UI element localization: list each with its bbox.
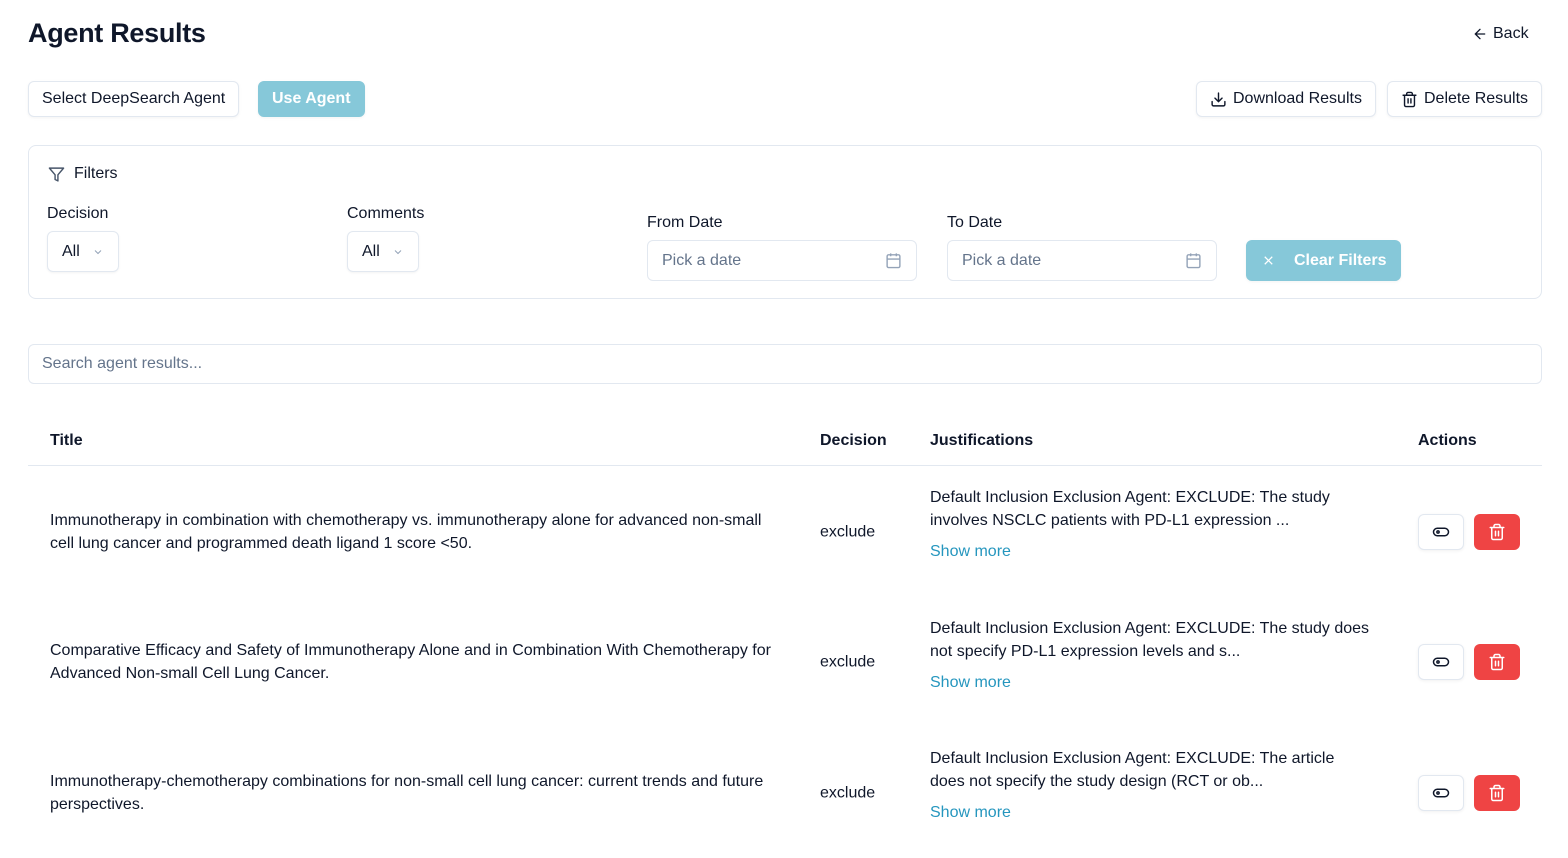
select-agent-button[interactable]: Select DeepSearch Agent: [28, 81, 240, 117]
back-label: Back: [1493, 25, 1529, 42]
clear-filters-button[interactable]: Clear Filters: [1246, 240, 1402, 281]
row-title: Immunotherapy-chemotherapy combinations …: [50, 772, 764, 813]
table-row: Immunotherapy-chemotherapy combinations …: [28, 727, 1542, 858]
trash-icon: [1489, 784, 1505, 801]
chevron-down-icon: [94, 249, 102, 254]
comments-value: All: [362, 242, 380, 260]
table-row: Immunotherapy in combination with chemot…: [28, 466, 1542, 597]
filters-title: Filters: [74, 165, 118, 182]
table-row: Comparative Efficacy and Safety of Immun…: [28, 597, 1542, 728]
filters-card: Filters Decision All Comments All From D…: [28, 145, 1542, 299]
row-decision: exclude: [820, 784, 876, 801]
from-date-label: From Date: [647, 214, 723, 231]
justification-text: Default Inclusion Exclusion Agent: EXCLU…: [930, 489, 1330, 529]
toggle-icon: [1432, 657, 1450, 667]
comments-select[interactable]: All: [347, 231, 419, 272]
decision-value: All: [62, 242, 80, 260]
justification-text: Default Inclusion Exclusion Agent: EXCLU…: [930, 619, 1370, 660]
show-more-link[interactable]: Show more: [930, 671, 1370, 694]
download-label: Download Results: [1233, 90, 1362, 107]
back-button[interactable]: Back: [1472, 25, 1529, 43]
from-date-picker[interactable]: Pick a date: [647, 240, 917, 281]
column-header-actions: Actions: [1418, 432, 1477, 449]
row-justification: Default Inclusion Exclusion Agent: EXCLU…: [930, 747, 1370, 824]
column-header-decision: Decision: [820, 432, 887, 449]
toggle-icon: [1432, 527, 1450, 536]
delete-row-button[interactable]: [1474, 644, 1520, 680]
filter-icon: [48, 166, 65, 182]
download-results-button[interactable]: Download Results: [1196, 81, 1376, 117]
chevron-down-icon: [394, 249, 402, 254]
filters-heading: Filters: [48, 165, 118, 183]
trash-icon: [1489, 523, 1505, 540]
download-icon: [1211, 91, 1226, 107]
trash-icon: [1402, 91, 1417, 107]
column-header-title: Title: [50, 432, 83, 449]
row-decision: exclude: [820, 653, 876, 671]
toggle-icon: [1432, 788, 1450, 797]
delete-row-button[interactable]: [1474, 513, 1520, 550]
view-button[interactable]: [1418, 513, 1464, 550]
delete-row-button[interactable]: [1474, 774, 1520, 811]
to-date-placeholder: Pick a date: [962, 251, 1042, 269]
row-title: Immunotherapy in combination with chemot…: [50, 511, 762, 552]
calendar-icon: [1186, 253, 1201, 269]
to-date-label: To Date: [947, 214, 1003, 231]
calendar-icon: [886, 253, 901, 269]
from-date-placeholder: Pick a date: [662, 251, 742, 269]
show-more-link[interactable]: Show more: [930, 801, 1370, 824]
view-button[interactable]: [1418, 774, 1464, 811]
page-title: Agent Results: [28, 18, 206, 48]
close-icon: [1264, 256, 1273, 265]
to-date-picker[interactable]: Pick a date: [947, 240, 1217, 281]
clear-filters-label: Clear Filters: [1294, 251, 1387, 269]
row-justification: Default Inclusion Exclusion Agent: EXCLU…: [930, 486, 1370, 563]
trash-icon: [1489, 653, 1505, 671]
column-header-justifications: Justifications: [930, 432, 1034, 449]
delete-label: Delete Results: [1424, 90, 1529, 107]
view-button[interactable]: [1418, 644, 1464, 680]
delete-results-button[interactable]: Delete Results: [1387, 81, 1543, 117]
row-decision: exclude: [820, 523, 876, 540]
row-title: Comparative Efficacy and Safety of Immun…: [50, 642, 771, 682]
use-agent-button[interactable]: Use Agent: [258, 81, 365, 117]
search-input[interactable]: [28, 344, 1542, 384]
comments-label: Comments: [347, 205, 425, 222]
justification-text: Default Inclusion Exclusion Agent: EXCLU…: [930, 750, 1335, 790]
decision-label: Decision: [47, 205, 109, 222]
decision-select[interactable]: All: [47, 231, 119, 272]
row-justification: Default Inclusion Exclusion Agent: EXCLU…: [930, 617, 1370, 694]
arrow-left-icon: [1474, 28, 1486, 40]
show-more-link[interactable]: Show more: [930, 540, 1370, 563]
